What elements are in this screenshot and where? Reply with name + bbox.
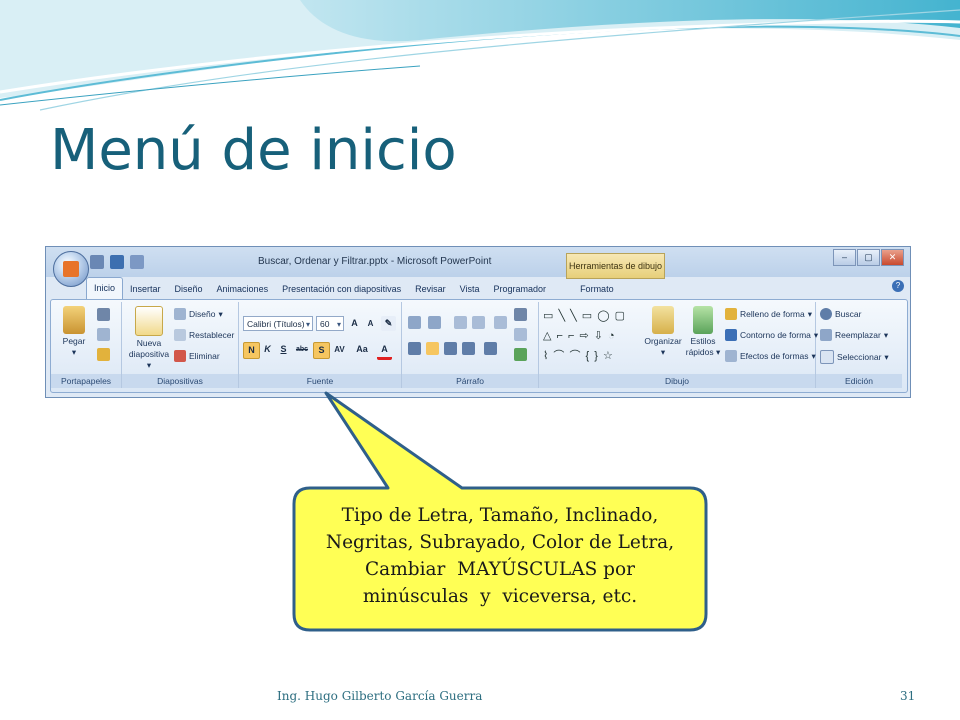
new-slide-icon xyxy=(135,306,163,336)
replace-icon xyxy=(820,329,832,341)
increase-indent-button[interactable] xyxy=(472,316,485,329)
callout-line: minúsculas y viceversa, etc. xyxy=(362,586,638,607)
find-button[interactable]: Buscar xyxy=(820,308,861,320)
group-diapositivas: Nueva diapositiva ▾ Diseño ▾ Restablecer … xyxy=(122,302,239,388)
undo-icon[interactable] xyxy=(110,255,124,269)
smartart-button[interactable] xyxy=(514,348,527,361)
arrange-button[interactable]: Organizar ▾ xyxy=(643,306,683,358)
delete-slide-button[interactable]: Eliminar xyxy=(174,350,220,362)
align-left-button[interactable] xyxy=(408,342,421,355)
font-color-button[interactable]: A xyxy=(377,342,392,360)
redo-icon[interactable] xyxy=(130,255,144,269)
group-label: Dibujo xyxy=(539,374,815,388)
underline-button[interactable]: S xyxy=(276,342,291,357)
reset-button[interactable]: Restablecer xyxy=(174,329,234,341)
group-label: Portapapeles xyxy=(51,374,121,388)
callout-line: Cambiar MAYÚSCULAS por xyxy=(365,559,635,580)
text-direction-button[interactable] xyxy=(514,308,527,321)
copy-icon[interactable] xyxy=(97,328,110,341)
close-button[interactable]: ✕ xyxy=(881,249,904,266)
save-icon[interactable] xyxy=(90,255,104,269)
callout-line: Tipo de Letra, Tamaño, Inclinado, xyxy=(341,505,659,526)
group-label: Fuente xyxy=(239,374,401,388)
bullets-button[interactable] xyxy=(408,316,421,329)
tab-programador[interactable]: Programador xyxy=(487,279,554,299)
decrease-indent-button[interactable] xyxy=(454,316,467,329)
new-slide-button[interactable]: Nueva diapositiva ▾ xyxy=(126,306,172,371)
window-titlebar: Buscar, Ordenar y Filtrar.pptx - Microso… xyxy=(46,247,910,279)
slide-title: Menú de inicio xyxy=(50,118,457,183)
format-painter-icon[interactable] xyxy=(97,348,110,361)
grow-font-button[interactable]: A xyxy=(347,316,362,331)
tab-presentacion[interactable]: Presentación con diapositivas xyxy=(275,279,408,299)
find-icon xyxy=(820,308,832,320)
office-button-icon[interactable] xyxy=(53,251,89,287)
tab-diseno[interactable]: Diseño xyxy=(168,279,210,299)
window-controls: – ▢ ✕ xyxy=(833,249,904,266)
strikethrough-button[interactable]: abc xyxy=(293,342,311,357)
help-icon[interactable]: ? xyxy=(892,280,904,292)
replace-button[interactable]: Reemplazar ▾ xyxy=(820,329,888,341)
shrink-font-button[interactable]: A xyxy=(363,316,378,331)
shape-outline-button[interactable]: Contorno de forma ▾ xyxy=(725,329,818,341)
callout-text: Tipo de Letra, Tamaño, Inclinado, Negrit… xyxy=(300,502,700,610)
arrange-icon xyxy=(652,306,674,334)
align-right-button[interactable] xyxy=(444,342,457,355)
line-spacing-button[interactable] xyxy=(494,316,507,329)
group-label: Edición xyxy=(816,374,902,388)
tab-animaciones[interactable]: Animaciones xyxy=(210,279,276,299)
tab-inicio[interactable]: Inicio xyxy=(86,277,124,299)
tab-formato[interactable]: Formato xyxy=(573,279,621,299)
group-parrafo: Párrafo xyxy=(402,302,539,388)
font-family-dropdown[interactable]: Calibri (Títulos) xyxy=(243,316,313,332)
tab-insertar[interactable]: Insertar xyxy=(123,279,168,299)
paste-icon xyxy=(63,306,85,334)
minimize-button[interactable]: – xyxy=(833,249,856,266)
align-text-button[interactable] xyxy=(514,328,527,341)
numbering-button[interactable] xyxy=(428,316,441,329)
group-label: Diapositivas xyxy=(122,374,238,388)
align-center-button[interactable] xyxy=(426,342,439,355)
context-tab-drawing-tools: Herramientas de dibujo xyxy=(566,253,665,279)
shape-effects-button[interactable]: Efectos de formas ▾ xyxy=(725,350,816,362)
ribbon: Pegar ▾ Portapapeles Nueva diapositiva ▾ D… xyxy=(50,299,908,393)
italic-button[interactable]: K xyxy=(260,342,275,357)
powerpoint-window-screenshot: Buscar, Ordenar y Filtrar.pptx - Microso… xyxy=(45,246,911,398)
group-edicion: Buscar Reemplazar ▾ Seleccionar ▾ Edició… xyxy=(816,302,902,388)
page-number: 31 xyxy=(900,689,916,703)
scissors-icon[interactable] xyxy=(97,308,110,321)
maximize-button[interactable]: ▢ xyxy=(857,249,880,266)
quick-styles-button[interactable]: Estilos rápidos ▾ xyxy=(683,306,723,358)
bold-button[interactable]: N xyxy=(243,342,260,359)
layout-button[interactable]: Diseño ▾ xyxy=(174,308,223,320)
clear-format-button[interactable]: ✎ xyxy=(381,316,396,331)
columns-button[interactable] xyxy=(484,342,497,355)
quick-styles-icon xyxy=(693,306,713,334)
group-dibujo: ▭ ╲ ╲ ▭ ◯ ▢ △ ⌐ ⌐ ⇨ ⇩ ◔ ⌇ ⌒ ⌒ { } ☆ Organi… xyxy=(539,302,818,388)
group-label: Párrafo xyxy=(402,374,538,388)
select-button[interactable]: Seleccionar ▾ xyxy=(820,350,889,364)
shadow-button[interactable]: S xyxy=(313,342,330,359)
footer-author: Ing. Hugo Gilberto García Guerra xyxy=(277,689,483,703)
group-portapapeles: Pegar ▾ Portapapeles xyxy=(51,302,122,388)
shapes-gallery[interactable]: ▭ ╲ ╲ ▭ ◯ ▢ △ ⌐ ⌐ ⇨ ⇩ ◔ ⌇ ⌒ ⌒ { } ☆ xyxy=(543,306,635,368)
document-title: Buscar, Ordenar y Filtrar.pptx - Microso… xyxy=(258,256,492,267)
callout-line: Negritas, Subrayado, Color de Letra, xyxy=(325,532,675,553)
tab-revisar[interactable]: Revisar xyxy=(408,279,453,299)
shape-fill-button[interactable]: Relleno de forma ▾ xyxy=(725,308,812,320)
ribbon-tabs: Inicio Insertar Diseño Animaciones Prese… xyxy=(86,277,621,299)
paste-button[interactable]: Pegar ▾ xyxy=(57,306,91,358)
change-case-button[interactable]: Aa xyxy=(351,342,373,357)
quick-access-toolbar xyxy=(90,255,144,269)
char-spacing-button[interactable]: AV xyxy=(332,342,347,357)
select-icon xyxy=(820,350,834,364)
tab-vista[interactable]: Vista xyxy=(453,279,487,299)
justify-button[interactable] xyxy=(462,342,475,355)
font-size-dropdown[interactable]: 60 xyxy=(316,316,344,332)
group-fuente: Calibri (Títulos) 60 A A ✎ N K S abc S A… xyxy=(239,302,402,388)
